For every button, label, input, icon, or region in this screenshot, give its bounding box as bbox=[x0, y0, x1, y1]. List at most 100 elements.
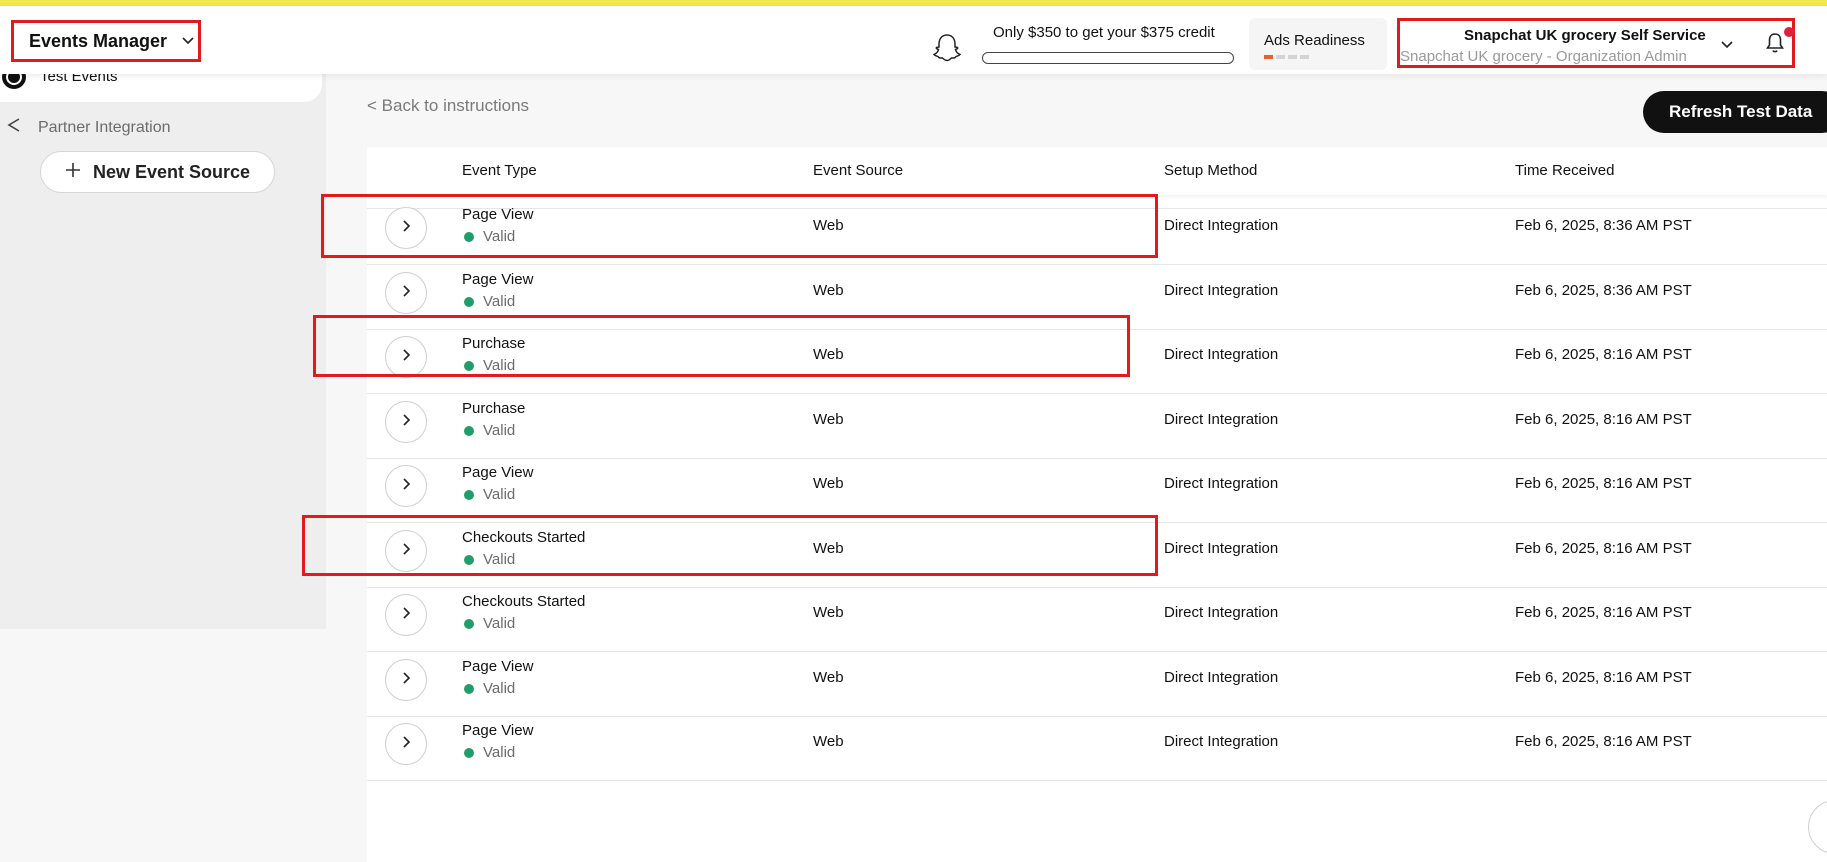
valid-status-dot bbox=[464, 489, 474, 500]
chevron-down-icon bbox=[181, 33, 195, 51]
event-source: Web bbox=[813, 282, 844, 299]
bell-icon[interactable] bbox=[1765, 32, 1785, 59]
readiness-segment bbox=[1300, 55, 1309, 59]
column-header-setup-method[interactable]: Setup Method bbox=[1164, 162, 1257, 179]
snapchat-ghost-icon bbox=[930, 31, 964, 70]
time-received: Feb 6, 2025, 8:16 AM PST bbox=[1515, 604, 1692, 621]
event-type: Page View bbox=[462, 271, 534, 288]
event-status-label: Valid bbox=[483, 357, 516, 374]
event-source: Web bbox=[813, 346, 844, 363]
share-icon bbox=[6, 116, 22, 139]
new-event-source-label: New Event Source bbox=[92, 161, 251, 182]
valid-status-dot bbox=[464, 425, 474, 436]
event-status-label: Valid bbox=[483, 422, 516, 439]
expand-row-button[interactable] bbox=[385, 659, 427, 701]
ads-readiness[interactable]: Ads Readiness bbox=[1249, 18, 1387, 70]
readiness-segment bbox=[1288, 55, 1297, 59]
chevron-right-icon bbox=[401, 735, 411, 754]
event-type: Purchase bbox=[462, 400, 526, 417]
chevron-right-icon bbox=[401, 606, 411, 625]
setup-method: Direct Integration bbox=[1164, 669, 1279, 686]
setup-method: Direct Integration bbox=[1164, 540, 1279, 557]
event-status: Valid bbox=[464, 228, 515, 245]
test-events-table: Event Type Event Source Setup Method Tim… bbox=[367, 147, 1827, 862]
readiness-segment bbox=[1276, 55, 1285, 59]
expand-row-button[interactable] bbox=[385, 401, 427, 443]
event-type: Purchase bbox=[462, 335, 526, 352]
account-switcher[interactable]: Snapchat UK grocery Self Service Snapcha… bbox=[1397, 18, 1795, 68]
chevron-down-icon bbox=[1720, 37, 1734, 55]
time-received: Feb 6, 2025, 8:36 AM PST bbox=[1515, 282, 1692, 299]
valid-status-dot bbox=[464, 554, 474, 565]
app-switcher[interactable]: Events Manager bbox=[11, 20, 201, 62]
account-name: Snapchat UK grocery Self Service bbox=[1464, 27, 1706, 44]
back-to-instructions-link[interactable]: < Back to instructions bbox=[367, 96, 529, 116]
event-type: Checkouts Started bbox=[462, 529, 586, 546]
chevron-right-icon bbox=[401, 413, 411, 432]
expand-row-button[interactable] bbox=[385, 594, 427, 636]
event-status: Valid bbox=[464, 680, 515, 697]
event-status-label: Valid bbox=[483, 551, 516, 568]
event-status: Valid bbox=[464, 357, 515, 374]
table-row[interactable]: Page View Valid Web Direct Integration F… bbox=[367, 706, 1827, 781]
setup-method: Direct Integration bbox=[1164, 411, 1279, 428]
time-received: Feb 6, 2025, 8:16 AM PST bbox=[1515, 475, 1692, 492]
table-row[interactable]: Purchase Valid Web Direct Integration Fe… bbox=[367, 319, 1827, 394]
expand-row-button[interactable] bbox=[385, 336, 427, 378]
time-received: Feb 6, 2025, 8:16 AM PST bbox=[1515, 346, 1692, 363]
table-row[interactable]: Checkouts Started Valid Web Direct Integ… bbox=[367, 577, 1827, 652]
ads-readiness-label: Ads Readiness bbox=[1264, 32, 1365, 49]
app-title: Events Manager bbox=[29, 30, 168, 51]
event-source: Web bbox=[813, 669, 844, 686]
notification-dot bbox=[1784, 27, 1794, 37]
column-header-event-source[interactable]: Event Source bbox=[813, 162, 903, 179]
credit-promo[interactable]: Only $350 to get your $375 credit bbox=[930, 17, 1240, 67]
event-status: Valid bbox=[464, 293, 515, 310]
setup-method: Direct Integration bbox=[1164, 733, 1279, 750]
readiness-segment bbox=[1264, 55, 1273, 59]
expand-row-button[interactable] bbox=[385, 272, 427, 314]
time-received: Feb 6, 2025, 8:36 AM PST bbox=[1515, 217, 1692, 234]
refresh-test-data-button[interactable]: Refresh Test Data bbox=[1643, 91, 1827, 133]
time-received: Feb 6, 2025, 8:16 AM PST bbox=[1515, 540, 1692, 557]
valid-status-dot bbox=[464, 360, 474, 371]
expand-row-button[interactable] bbox=[385, 723, 427, 765]
chevron-right-icon bbox=[401, 348, 411, 367]
event-status: Valid bbox=[464, 744, 515, 761]
setup-method: Direct Integration bbox=[1164, 475, 1279, 492]
valid-status-dot bbox=[464, 618, 474, 629]
promo-text: Only $350 to get your $375 credit bbox=[993, 24, 1215, 41]
chevron-right-icon bbox=[401, 284, 411, 303]
event-status-label: Valid bbox=[483, 486, 516, 503]
setup-method: Direct Integration bbox=[1164, 217, 1279, 234]
chevron-right-icon bbox=[401, 219, 411, 238]
valid-status-dot bbox=[464, 231, 474, 242]
column-header-event-type[interactable]: Event Type bbox=[462, 162, 537, 179]
chevron-right-icon bbox=[401, 542, 411, 561]
valid-status-dot bbox=[464, 747, 474, 758]
column-header-time-received[interactable]: Time Received bbox=[1515, 162, 1614, 179]
event-source: Web bbox=[813, 604, 844, 621]
sidebar-item-label: Partner Integration bbox=[38, 118, 171, 136]
event-source: Web bbox=[813, 540, 844, 557]
table-row[interactable]: Page View Valid Web Direct Integration F… bbox=[367, 448, 1827, 523]
table-header: Event Type Event Source Setup Method Tim… bbox=[367, 147, 1827, 195]
table-row[interactable]: Page View Valid Web Direct Integration F… bbox=[367, 190, 1827, 265]
time-received: Feb 6, 2025, 8:16 AM PST bbox=[1515, 411, 1692, 428]
plus-icon bbox=[65, 162, 81, 183]
expand-row-button[interactable] bbox=[385, 530, 427, 572]
event-source: Web bbox=[813, 217, 844, 234]
time-received: Feb 6, 2025, 8:16 AM PST bbox=[1515, 669, 1692, 686]
sidebar-item-partner-integration[interactable]: Partner Integration bbox=[6, 116, 171, 139]
event-status: Valid bbox=[464, 551, 515, 568]
setup-method: Direct Integration bbox=[1164, 282, 1279, 299]
new-event-source-button[interactable]: New Event Source bbox=[40, 151, 275, 193]
account-role: Snapchat UK grocery - Organization Admin bbox=[1400, 48, 1687, 65]
setup-method: Direct Integration bbox=[1164, 604, 1279, 621]
event-status-label: Valid bbox=[483, 228, 516, 245]
event-status: Valid bbox=[464, 486, 515, 503]
expand-row-button[interactable] bbox=[385, 465, 427, 507]
expand-row-button[interactable] bbox=[385, 207, 427, 249]
event-source: Web bbox=[813, 411, 844, 428]
event-status: Valid bbox=[464, 615, 515, 632]
